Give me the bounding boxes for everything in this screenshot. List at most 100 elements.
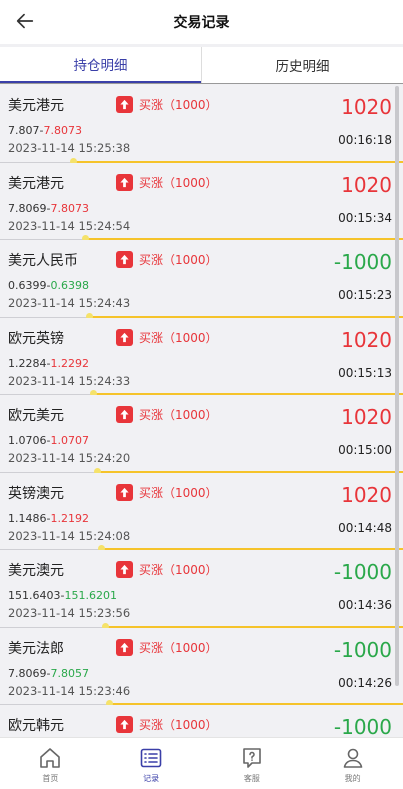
tab-history[interactable]: 历史明细 — [201, 47, 403, 83]
countdown: 00:16:18 — [338, 133, 392, 147]
position-row[interactable]: 欧元美元 买涨（1000） 1.0706-1.0707 2023-11-14 1… — [0, 395, 403, 475]
pair-name: 美元法郎 — [8, 640, 64, 657]
arrow-up-icon — [116, 173, 133, 191]
pair-name: 美元港元 — [8, 175, 64, 192]
profit-amount: -1000 — [333, 715, 392, 737]
current-rate: 1.2292 — [50, 356, 89, 370]
arrow-up-icon — [116, 638, 133, 656]
open-rate: 1.0706 — [8, 434, 47, 447]
open-rate: 1.1486 — [8, 511, 47, 525]
open-time: 2023-11-14 15:23:56 — [8, 606, 131, 620]
countdown: 00:15:00 — [338, 443, 392, 457]
nav-home-label: 首页 — [42, 774, 59, 783]
holdings-list: 美元港元 买涨（1000） 7.807-7.8073 2023-11-14 15… — [0, 85, 403, 737]
action-label: 买涨（1000） — [139, 253, 218, 267]
nav-profile[interactable]: 我的 — [302, 738, 403, 789]
pair-name: 欧元英镑 — [8, 330, 64, 347]
action-label: 买涨（1000） — [139, 718, 218, 732]
current-rate: 7.8073 — [43, 124, 82, 137]
direction-badge: 买涨（1000） — [116, 328, 218, 346]
rate-change: 7.807-7.8073 — [8, 124, 82, 137]
profit-amount: 1020 — [341, 482, 392, 507]
open-time: 2023-11-14 15:24:08 — [8, 528, 131, 543]
pair-name: 欧元韩元 — [8, 718, 64, 734]
tab-bar: 持仓明细 历史明细 — [0, 47, 403, 84]
countdown: 00:14:48 — [338, 520, 392, 535]
open-time: 2023-11-14 15:24:54 — [8, 218, 131, 233]
pair-name: 英镑澳元 — [8, 485, 64, 502]
arrow-up-icon — [116, 483, 133, 501]
page-title: 交易记录 — [173, 15, 230, 31]
direction-badge: 买涨（1000） — [116, 561, 218, 578]
pair-name: 欧元美元 — [8, 408, 64, 424]
open-time: 2023-11-14 15:24:33 — [8, 373, 131, 388]
bottom-nav: 首页 记录 客服 我的 — [0, 737, 403, 789]
direction-badge: 买涨（1000） — [116, 483, 218, 501]
home-icon — [40, 748, 61, 768]
help-icon — [243, 748, 261, 768]
open-rate: 7.807 — [8, 124, 40, 137]
scrollbar[interactable] — [395, 86, 399, 686]
app-header: 交易记录 — [0, 0, 403, 44]
rate-change: 151.6403-151.6201 — [8, 589, 117, 602]
rate-change: 7.8069-7.8073 — [8, 202, 89, 215]
position-row[interactable]: 美元港元 买涨（1000） 7.8069-7.8073 2023-11-14 1… — [0, 162, 403, 242]
direction-badge: 买涨（1000） — [116, 251, 218, 268]
direction-badge: 买涨（1000） — [116, 96, 218, 113]
profit-amount: 1020 — [341, 327, 392, 352]
current-rate: 7.8073 — [50, 201, 89, 215]
position-row[interactable]: 美元港元 买涨（1000） 7.807-7.8073 2023-11-14 15… — [0, 85, 403, 165]
profit-amount: -1000 — [333, 560, 392, 584]
countdown: 00:14:26 — [338, 675, 392, 690]
pair-name: 美元港元 — [8, 98, 64, 114]
open-time: 2023-11-14 15:24:43 — [8, 296, 131, 310]
direction-badge: 买涨（1000） — [116, 173, 218, 191]
rate-change: 0.6399-0.6398 — [8, 279, 89, 292]
countdown: 00:15:13 — [338, 365, 392, 380]
nav-service-label: 客服 — [243, 774, 260, 783]
arrow-up-icon — [116, 251, 133, 268]
user-icon — [343, 748, 362, 768]
nav-profile-label: 我的 — [344, 774, 361, 783]
open-rate: 0.6399 — [8, 279, 47, 292]
current-rate: 0.6398 — [50, 279, 89, 292]
rate-change: 1.0706-1.0707 — [8, 434, 89, 447]
direction-badge: 买涨（1000） — [116, 638, 218, 656]
rate-change: 7.8069-7.8057 — [8, 667, 89, 680]
open-rate: 7.8069 — [8, 201, 47, 215]
open-time: 2023-11-14 15:24:20 — [8, 451, 131, 465]
position-row[interactable]: 美元法郎 买涨（1000） 7.8069-7.8057 2023-11-14 1… — [0, 627, 403, 707]
current-rate: 1.0707 — [50, 434, 89, 447]
profit-amount: 1020 — [341, 95, 392, 119]
back-arrow-icon[interactable] — [14, 10, 36, 32]
profit-amount: -1000 — [333, 250, 392, 274]
action-label: 买涨（1000） — [139, 330, 218, 345]
position-row[interactable]: 欧元韩元 买涨（1000） -1000 — [0, 705, 403, 737]
countdown: 00:15:23 — [338, 288, 392, 302]
current-rate: 151.6201 — [64, 589, 117, 602]
action-label: 买涨（1000） — [139, 98, 218, 112]
nav-service[interactable]: 客服 — [202, 738, 303, 789]
action-label: 买涨（1000） — [139, 408, 218, 422]
nav-records[interactable]: 记录 — [101, 738, 202, 789]
profit-amount: -1000 — [333, 637, 392, 662]
countdown: 00:14:36 — [338, 598, 392, 612]
open-time: 2023-11-14 15:25:38 — [8, 141, 131, 155]
position-row[interactable]: 美元人民币 买涨（1000） 0.6399-0.6398 2023-11-14 … — [0, 240, 403, 320]
rate-change: 1.1486-1.2192 — [8, 512, 89, 525]
arrow-up-icon — [116, 561, 133, 578]
open-rate: 7.8069 — [8, 666, 47, 680]
position-row[interactable]: 欧元英镑 买涨（1000） 1.2284-1.2292 2023-11-14 1… — [0, 317, 403, 397]
direction-badge: 买涨（1000） — [116, 716, 218, 733]
arrow-up-icon — [116, 406, 133, 423]
nav-home[interactable]: 首页 — [0, 738, 101, 789]
profit-amount: 1020 — [341, 405, 392, 429]
open-rate: 1.2284 — [8, 356, 47, 370]
position-row[interactable]: 美元澳元 买涨（1000） 151.6403-151.6201 2023-11-… — [0, 550, 403, 630]
open-rate: 151.6403 — [8, 589, 61, 602]
action-label: 买涨（1000） — [139, 175, 218, 190]
current-rate: 7.8057 — [50, 666, 89, 680]
open-time: 2023-11-14 15:23:46 — [8, 683, 131, 698]
position-row[interactable]: 英镑澳元 买涨（1000） 1.1486-1.2192 2023-11-14 1… — [0, 472, 403, 552]
tab-holdings[interactable]: 持仓明细 — [0, 47, 201, 83]
